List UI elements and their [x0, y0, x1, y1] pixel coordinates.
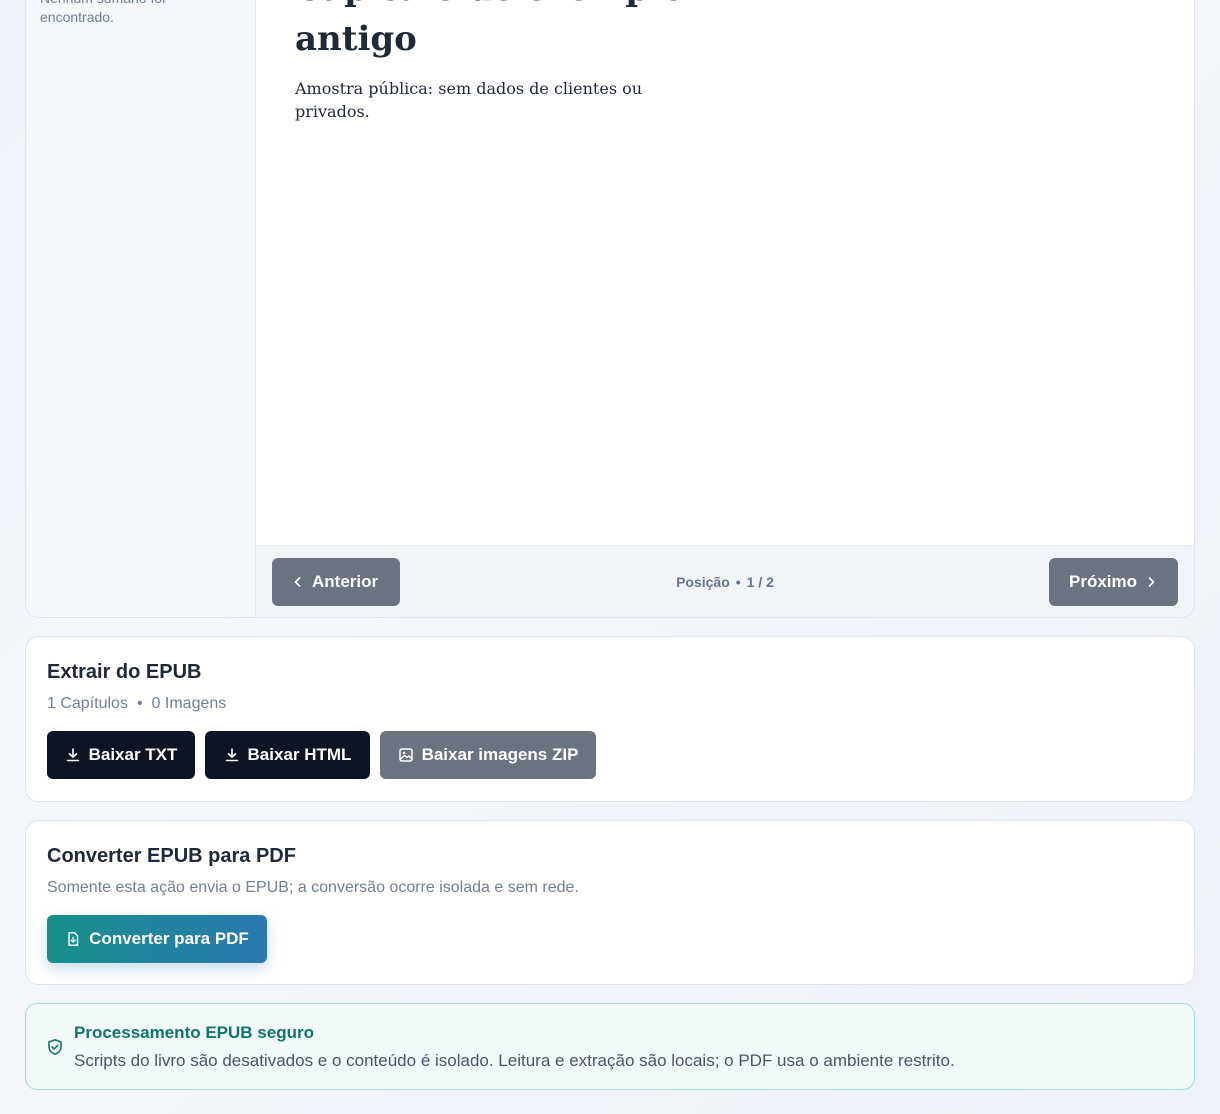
images-count: 0 Imagens [151, 695, 227, 712]
separator-dot: • [735, 574, 741, 590]
convert-to-pdf-button[interactable]: Converter para PDF [47, 915, 267, 963]
reader-card: Nenhum sumário foi encontrado. Capítulo … [25, 0, 1195, 618]
position-label: Posição [676, 574, 730, 590]
reader-pager: Anterior Posição • 1 / 2 Próximo [256, 545, 1194, 617]
file-download-icon [65, 931, 81, 947]
download-html-label: Baixar HTML [247, 745, 352, 764]
table-of-contents-sidebar: Nenhum sumário foi encontrado. [26, 0, 256, 617]
book-page: Capítulo de exemplo antigo Amostra públi… [256, 0, 1194, 545]
download-icon [224, 747, 240, 763]
chapters-count: 1 Capítulos [47, 695, 128, 712]
next-button[interactable]: Próximo [1049, 558, 1178, 606]
convert-card: Converter EPUB para PDF Somente esta açã… [25, 820, 1195, 985]
next-label: Próximo [1069, 572, 1138, 591]
security-text: Scripts do livro são desativados e o con… [74, 1051, 955, 1070]
download-images-zip-label: Baixar imagens ZIP [421, 745, 579, 764]
download-html-button[interactable]: Baixar HTML [205, 731, 370, 779]
extract-card: Extrair do EPUB 1 Capítulos • 0 Imagens Ba… [25, 636, 1195, 802]
download-icon [65, 747, 81, 763]
chevron-right-icon [1145, 576, 1157, 588]
image-icon [398, 747, 414, 763]
chapter-body: Amostra pública: sem dados de clientes o… [295, 79, 643, 121]
toc-empty-message: Nenhum sumário foi encontrado. [40, 0, 165, 25]
download-txt-label: Baixar TXT [88, 745, 178, 764]
position-value: 1 / 2 [746, 574, 774, 590]
download-txt-button[interactable]: Baixar TXT [47, 731, 195, 779]
extract-stats: 1 Capítulos • 0 Imagens [47, 695, 226, 713]
chapter-title: Capítulo de exemplo antigo [295, 0, 685, 59]
security-notice: Processamento EPUB seguro Scripts do liv… [25, 1003, 1195, 1090]
download-images-zip-button[interactable]: Baixar imagens ZIP [380, 731, 596, 779]
shield-check-icon [46, 1038, 64, 1056]
extract-title: Extrair do EPUB [47, 661, 202, 683]
separator-dot: • [136, 695, 143, 712]
convert-description: Somente esta ação envia o EPUB; a conver… [47, 879, 579, 896]
security-title: Processamento EPUB seguro [74, 1023, 314, 1042]
convert-title: Converter EPUB para PDF [47, 845, 296, 867]
convert-to-pdf-label: Converter para PDF [89, 929, 249, 948]
